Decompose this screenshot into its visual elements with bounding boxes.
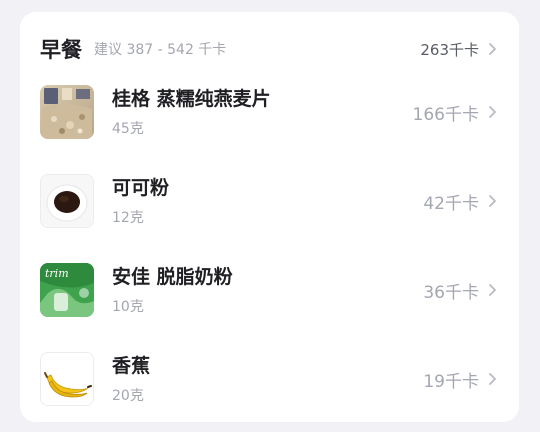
calorie-suggestion: 建议 387 - 542 千卡 <box>94 42 227 58</box>
banana-image <box>40 352 94 406</box>
meal-total-button[interactable]: 263千卡 <box>420 39 499 60</box>
chevron-right-icon <box>489 106 496 118</box>
meal-title: 早餐 <box>40 38 82 62</box>
svg-text:trim: trim <box>45 267 69 280</box>
meal-card: 早餐 建议 387 - 542 千卡 263千卡 桂格 蒸糯纯燕麦片 45克 1… <box>20 12 519 422</box>
food-name: 安佳 脱脂奶粉 <box>112 266 233 288</box>
meal-header: 早餐 建议 387 - 542 千卡 263千卡 <box>40 32 499 66</box>
food-calories: 166千卡 <box>412 104 479 125</box>
chevron-right-icon <box>489 43 496 55</box>
food-item-milk-powder[interactable]: trim 安佳 脱脂奶粉 10克 36千卡 <box>40 255 499 325</box>
food-name: 桂格 蒸糯纯燕麦片 <box>112 88 271 110</box>
food-amount: 45克 <box>112 121 144 137</box>
food-name: 可可粉 <box>112 177 170 199</box>
food-calories: 42千卡 <box>423 193 479 214</box>
food-amount: 20克 <box>112 388 144 404</box>
cocoa-bowl-image <box>40 174 94 228</box>
chevron-right-icon <box>489 284 496 296</box>
oat-package-image <box>40 85 94 139</box>
food-calories: 36千卡 <box>423 282 479 303</box>
meal-total-calories: 263千卡 <box>420 40 479 59</box>
chevron-right-icon <box>489 195 496 207</box>
food-calories: 19千卡 <box>423 371 479 392</box>
food-name: 香蕉 <box>112 355 151 377</box>
milk-powder-package-image: trim <box>40 263 94 317</box>
chevron-right-icon <box>489 373 496 385</box>
food-amount: 10克 <box>112 299 144 315</box>
food-amount: 12克 <box>112 210 144 226</box>
food-item-oats[interactable]: 桂格 蒸糯纯燕麦片 45克 166千卡 <box>40 77 499 147</box>
food-item-cocoa[interactable]: 可可粉 12克 42千卡 <box>40 166 499 236</box>
food-item-banana[interactable]: 香蕉 20克 19千卡 <box>40 344 499 414</box>
